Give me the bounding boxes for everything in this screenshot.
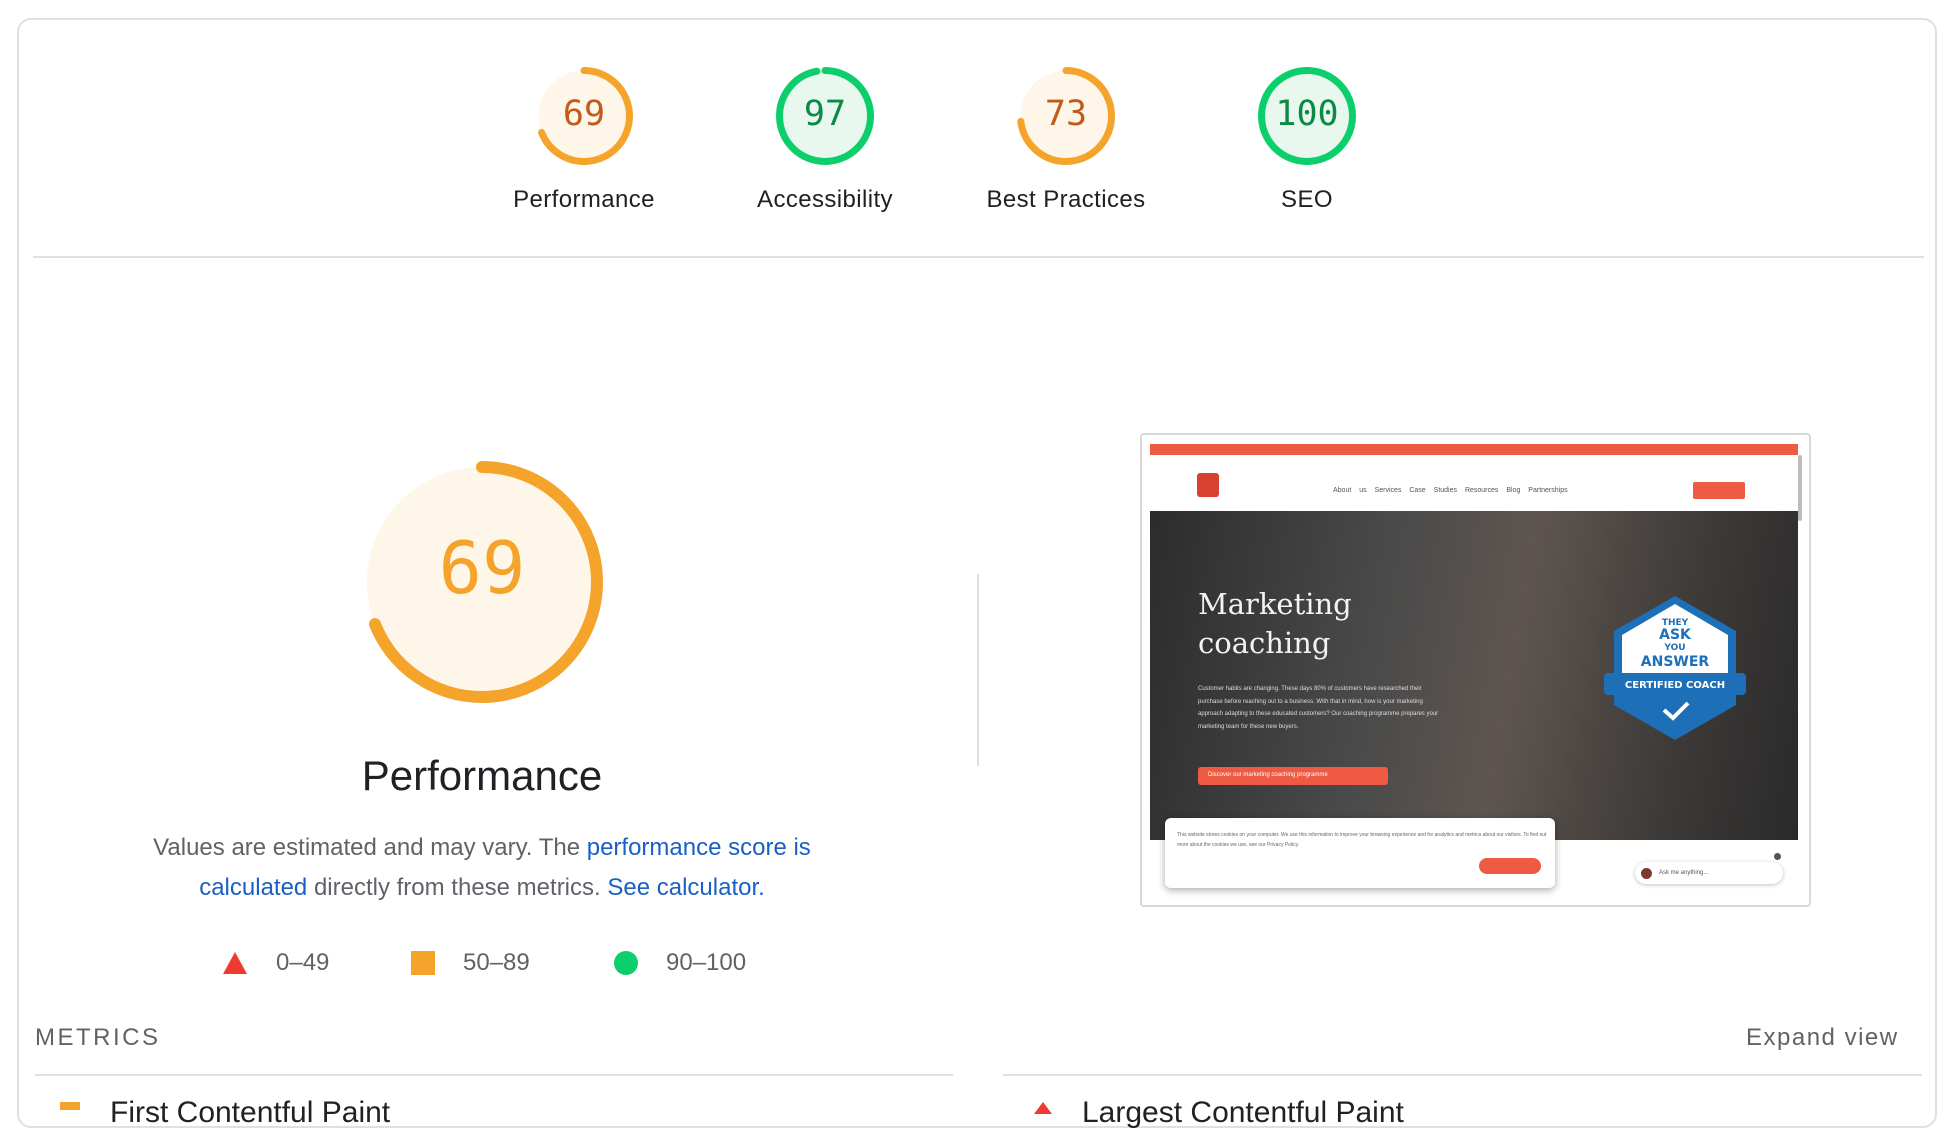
gauge-performance[interactable]: 69 Performance	[474, 66, 694, 214]
certified-coach-badge: THEY ASK YOU ANSWER CERTIFIED COACH	[1604, 596, 1746, 740]
site-cookie-banner: This website stores cookies on your comp…	[1165, 818, 1555, 888]
site-chat-text: Ask me anything...	[1659, 870, 1709, 876]
site-contact-button	[1693, 482, 1745, 499]
legend-average: 50–89	[411, 946, 530, 980]
gauge-score: 73	[1044, 94, 1088, 134]
desc-text: directly from these metrics.	[307, 874, 608, 901]
legend-range: 90–100	[666, 949, 747, 976]
badge-ask: ASK	[1659, 627, 1692, 643]
site-logo	[1197, 473, 1219, 497]
divider	[35, 1074, 953, 1076]
legend-range: 50–89	[463, 949, 530, 976]
gauge-label: Best Practices	[986, 186, 1146, 213]
gauge-score: 69	[562, 94, 606, 134]
metric-label: Largest Contentful Paint	[1082, 1096, 1404, 1129]
expand-view-toggle[interactable]: Expand view	[1746, 1024, 1899, 1052]
badge-answer: ANSWER	[1641, 654, 1710, 670]
badge-certified: CERTIFIED COACH	[1625, 680, 1725, 691]
site-cta-button: Discover our marketing coaching programm…	[1198, 767, 1388, 785]
site-top-bar	[1150, 444, 1798, 455]
final-screenshot[interactable]: About us Services Case Studies Resources…	[1140, 433, 1811, 907]
gauge-accessibility[interactable]: 97 Accessibility	[715, 66, 935, 214]
triangle-icon	[223, 952, 247, 974]
metric-largest-contentful-paint[interactable]: Largest Contentful Paint	[1034, 1096, 1404, 1130]
gauge-score: 97	[803, 94, 847, 134]
site-nav-links: About us Services Case Studies Resources…	[1333, 487, 1568, 494]
site-chat-widget: Ask me anything...	[1635, 862, 1783, 884]
gauge-best-practices[interactable]: 73 Best Practices	[956, 66, 1176, 214]
legend-range: 0–49	[276, 949, 330, 976]
site-paragraph: Customer habits are changing. These days…	[1198, 686, 1439, 730]
gauge-score: 100	[1275, 94, 1339, 134]
square-icon	[60, 1102, 80, 1110]
chat-avatar	[1641, 868, 1652, 879]
badge-you: YOU	[1663, 643, 1685, 653]
metrics-heading: METRICS	[35, 1024, 161, 1051]
desc-text: Values are estimated and may vary. The	[153, 834, 587, 861]
divider	[33, 256, 1924, 258]
gauge-label: SEO	[1281, 186, 1333, 213]
vertical-divider	[977, 574, 979, 766]
site-nav	[1150, 455, 1798, 507]
gauge-label: Performance	[513, 186, 655, 213]
metric-first-contentful-paint[interactable]: First Contentful Paint	[60, 1096, 390, 1130]
site-headline: Marketing coaching	[1198, 587, 1352, 660]
gauge-label: Accessibility	[757, 186, 893, 213]
square-icon	[411, 951, 435, 975]
site-cookie-accept-button	[1479, 858, 1541, 874]
circle-icon	[614, 951, 638, 975]
triangle-icon	[1034, 1102, 1052, 1114]
legend-fail: 0–49	[222, 946, 329, 980]
metric-label: First Contentful Paint	[110, 1096, 391, 1129]
site-scrollbar	[1798, 455, 1802, 521]
see-calculator-link[interactable]: See calculator.	[607, 874, 764, 901]
performance-main-score: 69	[438, 526, 526, 610]
performance-title: Performance	[361, 752, 603, 799]
site-chat-close-icon	[1774, 853, 1781, 860]
gauge-seo[interactable]: 100 SEO	[1197, 66, 1417, 214]
legend-pass: 90–100	[614, 946, 746, 980]
performance-description: Values are estimated and may vary. The p…	[110, 828, 854, 908]
divider	[1003, 1074, 1922, 1076]
site-cookie-text: This website stores cookies on your comp…	[1177, 832, 1547, 848]
site-cta-label: Discover our marketing coaching programm…	[1208, 772, 1328, 778]
